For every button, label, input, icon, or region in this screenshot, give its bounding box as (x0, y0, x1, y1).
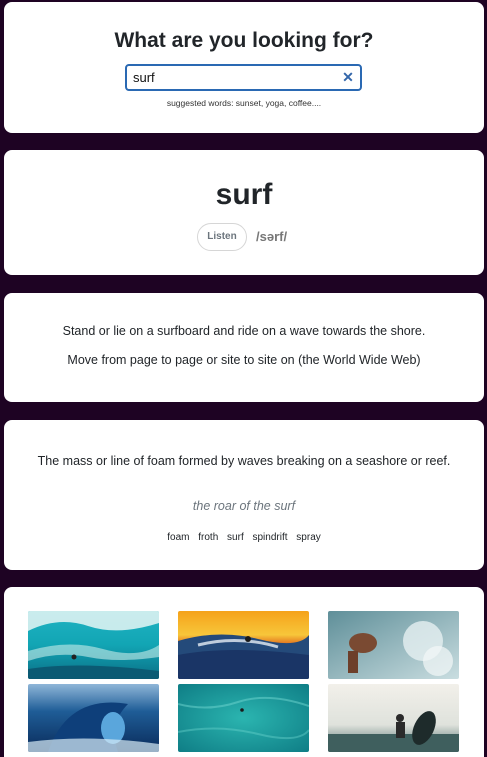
noun-meaning-card: The mass or line of foam formed by waves… (4, 420, 484, 570)
aerial-ocean-photo[interactable] (178, 684, 309, 752)
search-box[interactable]: ✕ (125, 64, 362, 91)
word-card: surf Listen /sərf/ (4, 150, 484, 275)
images-card (4, 587, 484, 757)
wave-photo[interactable] (28, 611, 159, 679)
word-title: surf (215, 178, 273, 211)
synonym-item[interactable]: surf (227, 532, 244, 543)
synonym-list: foam froth surf spindrift spray (4, 532, 484, 543)
definition-item: Stand or lie on a surfboard and ride on … (62, 324, 426, 338)
surfer-board-photo[interactable] (328, 684, 459, 752)
sunset-surfer-photo[interactable] (178, 611, 309, 679)
suggested-words: suggested words: sunset, yoga, coffee...… (166, 98, 322, 108)
synonym-item[interactable]: foam (167, 532, 189, 543)
search-card: What are you looking for? ✕ suggested wo… (4, 2, 484, 133)
synonym-item[interactable]: spray (296, 532, 320, 543)
search-input[interactable] (127, 66, 332, 89)
barrel-wave-photo[interactable] (28, 684, 159, 752)
usage-example: the roar of the surf (192, 499, 296, 513)
listen-button[interactable]: Listen (197, 223, 247, 251)
noun-definition: The mass or line of foam formed by waves… (37, 454, 451, 468)
phonetic-text: /sərf/ (256, 229, 288, 244)
definitions-card: Stand or lie on a surfboard and ride on … (4, 293, 484, 402)
close-icon[interactable]: ✕ (340, 66, 356, 89)
search-title: What are you looking for? (114, 29, 374, 52)
surfer-splash-photo[interactable] (328, 611, 459, 679)
definition-item: Move from page to page or site to site o… (67, 353, 421, 367)
synonym-item[interactable]: froth (198, 532, 218, 543)
page: What are you looking for? ✕ suggested wo… (0, 0, 487, 757)
synonym-item[interactable]: spindrift (253, 532, 288, 543)
